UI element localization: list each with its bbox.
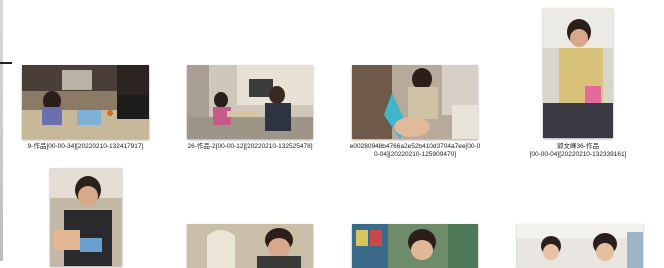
- video-thumbnail[interactable]: [187, 224, 313, 268]
- video-thumbnail[interactable]: [187, 65, 313, 139]
- file-name: 26-作品-2[00-00-12][20220210-132525478]: [176, 143, 324, 151]
- file-name: e00280948b4766a2e52b410d3704a7ee[00-0 0-…: [342, 143, 488, 159]
- file-name-line: 9-作品[00-00-34][20220210-132417917]: [27, 143, 144, 150]
- video-thumbnail[interactable]: [352, 65, 478, 139]
- video-thumbnail[interactable]: [50, 168, 122, 266]
- file-name-line: [00-00-04][20220210-132339161]: [529, 151, 627, 158]
- file-name-line: 郭文峰36-作品: [557, 143, 599, 150]
- file-name: 9-作品[00-00-34][20220210-132417917]: [14, 143, 157, 151]
- file-name-line: 0-04][20220210-125909470]: [373, 151, 457, 158]
- video-thumbnail[interactable]: [22, 65, 149, 139]
- video-thumbnail[interactable]: [352, 224, 478, 268]
- video-thumbnail[interactable]: [543, 8, 613, 138]
- file-name: 郭文峰36-作品 [00-00-04][20220210-132339161]: [518, 143, 638, 159]
- video-thumbnail[interactable]: [517, 224, 643, 268]
- file-grid: 9-作品[00-00-34][20220210-132417917] 26-作品…: [0, 0, 664, 268]
- file-name-line: e00280948b4766a2e52b410d3704a7ee[00-0: [349, 143, 481, 150]
- file-name-line: 26-作品-2[00-00-12][20220210-132525478]: [187, 143, 313, 150]
